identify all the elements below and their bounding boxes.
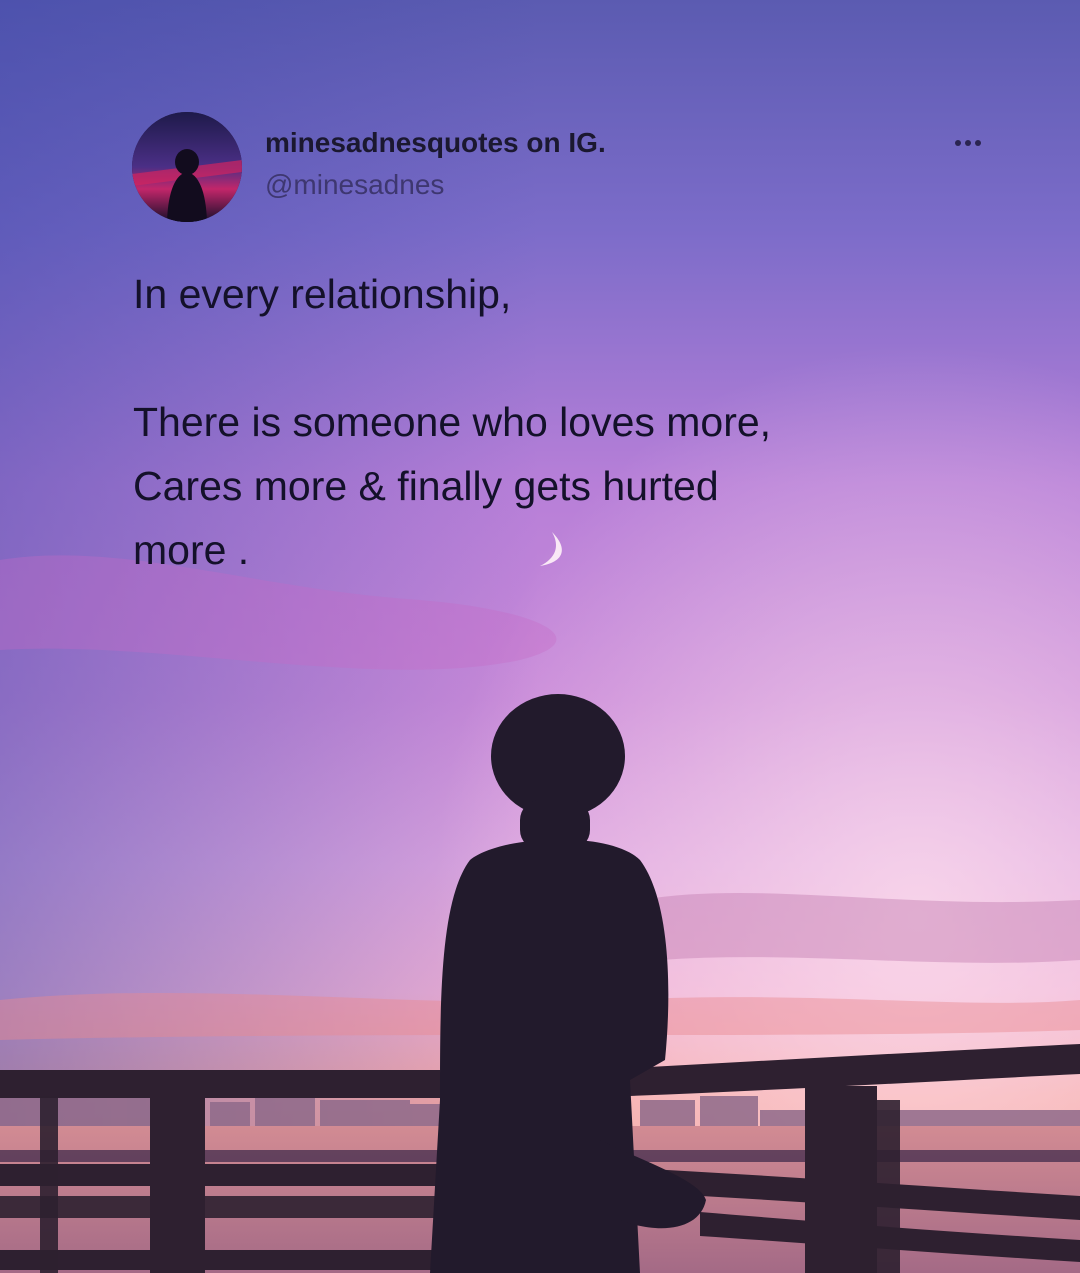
post-header: minesadnesquotes on IG. @minesadnes <box>132 112 992 222</box>
avatar-image <box>132 112 242 222</box>
quote-blank-line <box>133 326 993 390</box>
quote-text: In every relationship, There is someone … <box>133 262 993 582</box>
author-display-name[interactable]: minesadnesquotes on IG. <box>265 127 606 159</box>
more-horizontal-icon-dot <box>965 140 971 146</box>
quote-line: more . <box>133 527 250 573</box>
quote-line: In every relationship, <box>133 271 512 317</box>
author-handle[interactable]: @minesadnes <box>265 169 444 201</box>
quote-line: There is someone who loves more, <box>133 399 772 445</box>
more-options-button[interactable] <box>946 130 990 156</box>
more-horizontal-icon <box>955 140 961 146</box>
avatar[interactable] <box>132 112 242 222</box>
more-horizontal-icon-dot <box>975 140 981 146</box>
quote-line: Cares more & finally gets hurted <box>133 463 719 509</box>
